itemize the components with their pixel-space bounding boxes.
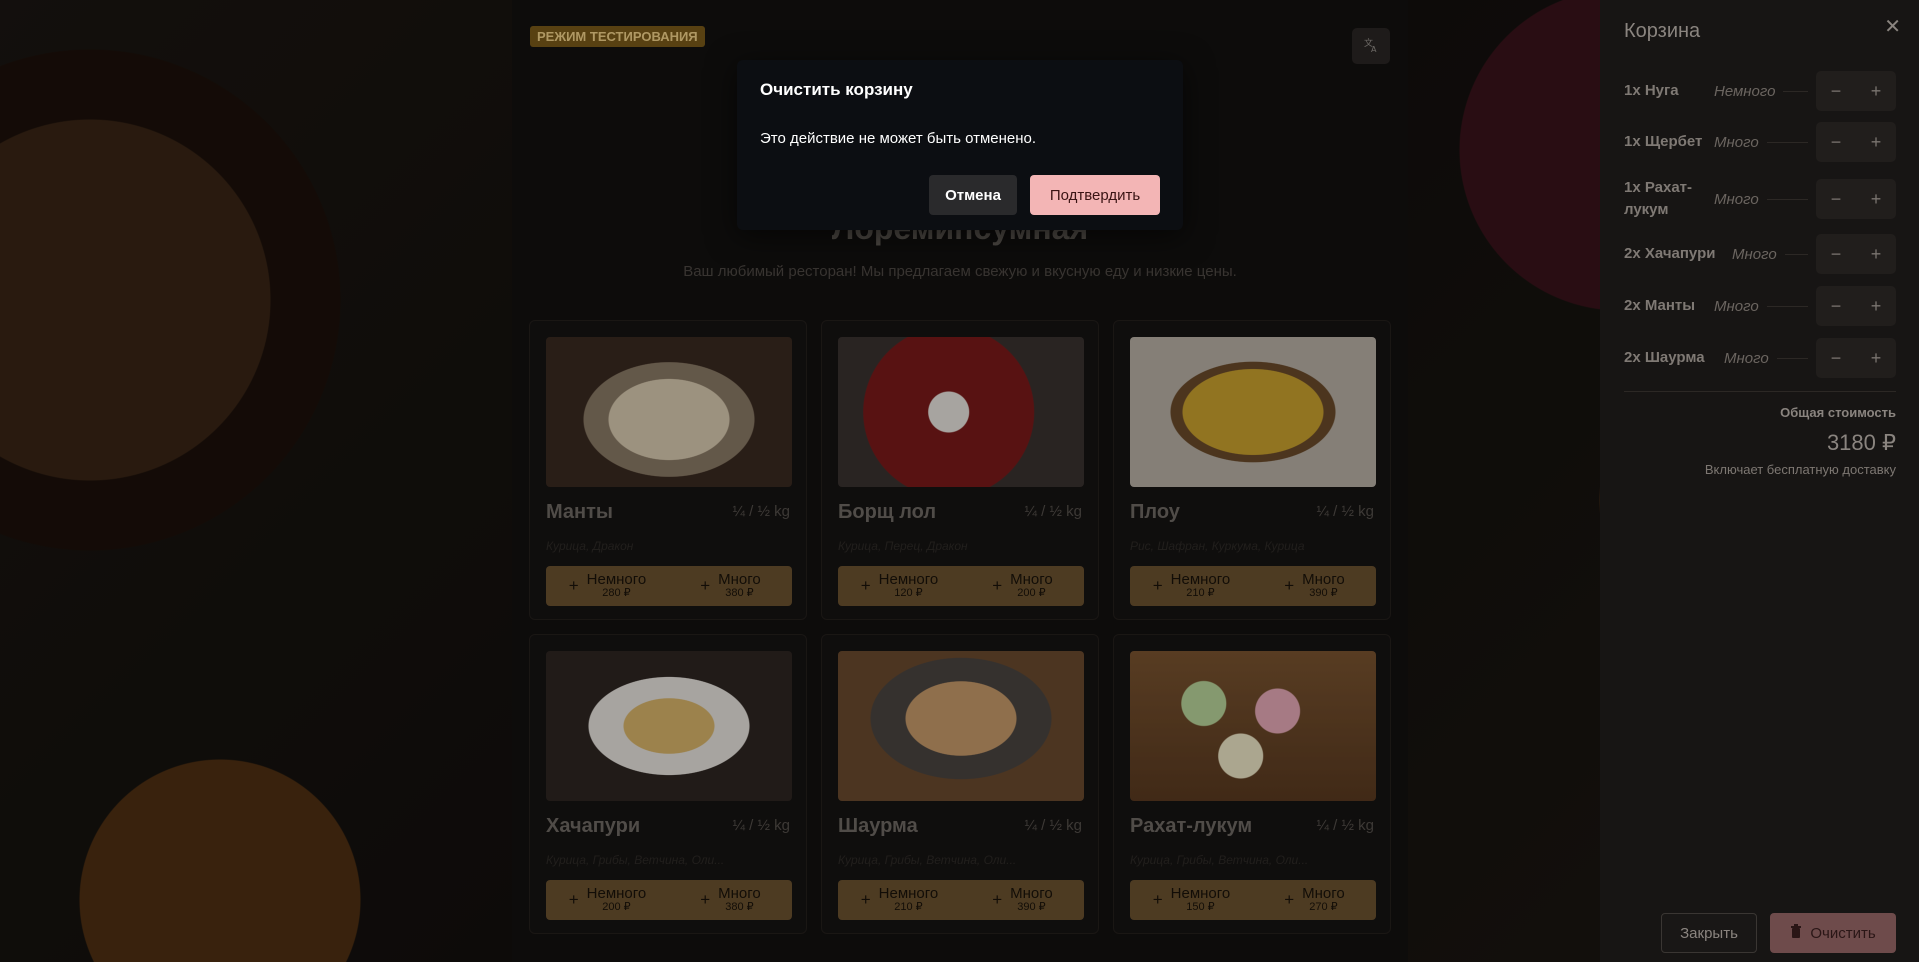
quantity-stepper: − + [1816,179,1896,219]
clear-label: Очистить [1810,924,1876,942]
cart-item: 2x Шаурма Много − + [1624,337,1896,379]
minus-button[interactable]: − [1816,179,1856,219]
cart-title: Корзина [1624,20,1701,42]
close-cart-button[interactable]: Закрыть [1661,913,1757,953]
cart-item-size: Много [1714,133,1759,151]
plus-button[interactable]: + [1856,122,1896,162]
cart-item-size: Немного [1714,82,1776,100]
total-value: 3180 ₽ [1826,430,1896,455]
cart-item: 1x Рахат-лукум Много − + [1624,177,1896,221]
dialog-title: Очистить корзину [760,80,913,99]
confirm-dialog: Очистить корзину Это действие не может б… [737,60,1183,230]
cart-item-name: 1x Нуга [1624,81,1679,99]
quantity-stepper: − + [1816,286,1896,326]
cart-item-name: 1x Щербет [1624,132,1703,150]
close-icon[interactable]: ✕ [1884,14,1901,39]
divider [1766,305,1808,307]
delivery-note: Включает бесплатную доставку [1704,462,1896,477]
divider [1766,141,1808,143]
cart-item-name: 2x Манты [1624,296,1696,314]
cart-item-name: 2x Хачапури [1624,244,1716,262]
divider [1766,198,1808,200]
cart-item-size: Много [1714,297,1759,315]
cart-divider [1624,391,1896,392]
total-label: Общая стоимость [1780,405,1896,420]
clear-cart-button[interactable]: Очистить [1770,913,1896,953]
cart-item-size: Много [1724,349,1769,367]
cart-item-name: 2x Шаурма [1624,348,1705,366]
plus-button[interactable]: + [1856,71,1896,111]
cart-item: 1x Нуга Немного − + [1624,70,1896,112]
cart-item-size: Много [1732,245,1777,263]
minus-button[interactable]: − [1816,122,1856,162]
plus-button[interactable]: + [1856,338,1896,378]
quantity-stepper: − + [1816,71,1896,111]
cancel-button[interactable]: Отмена [929,175,1017,215]
cart-item: 1x Щербет Много − + [1624,121,1896,163]
quantity-stepper: − + [1816,234,1896,274]
trash-icon [1790,924,1802,942]
cart-item: 2x Хачапури Много − + [1624,233,1896,275]
minus-button[interactable]: − [1816,71,1856,111]
minus-button[interactable]: − [1816,286,1856,326]
divider [1776,357,1808,359]
confirm-button[interactable]: Подтвердить [1030,175,1160,215]
plus-button[interactable]: + [1856,234,1896,274]
plus-button[interactable]: + [1856,179,1896,219]
divider [1784,253,1808,255]
minus-button[interactable]: − [1816,338,1856,378]
quantity-stepper: − + [1816,338,1896,378]
minus-button[interactable]: − [1816,234,1856,274]
cart-item: 2x Манты Много − + [1624,285,1896,327]
quantity-stepper: − + [1816,122,1896,162]
dialog-message: Это действие не может быть отменено. [760,130,1037,147]
cart-panel: Корзина ✕ 1x Нуга Немного − + 1x Щербет М… [1600,0,1919,962]
divider [1783,90,1808,92]
cart-item-size: Много [1714,190,1759,208]
plus-button[interactable]: + [1856,286,1896,326]
cart-item-name: 1x Рахат-лукум [1624,178,1693,219]
